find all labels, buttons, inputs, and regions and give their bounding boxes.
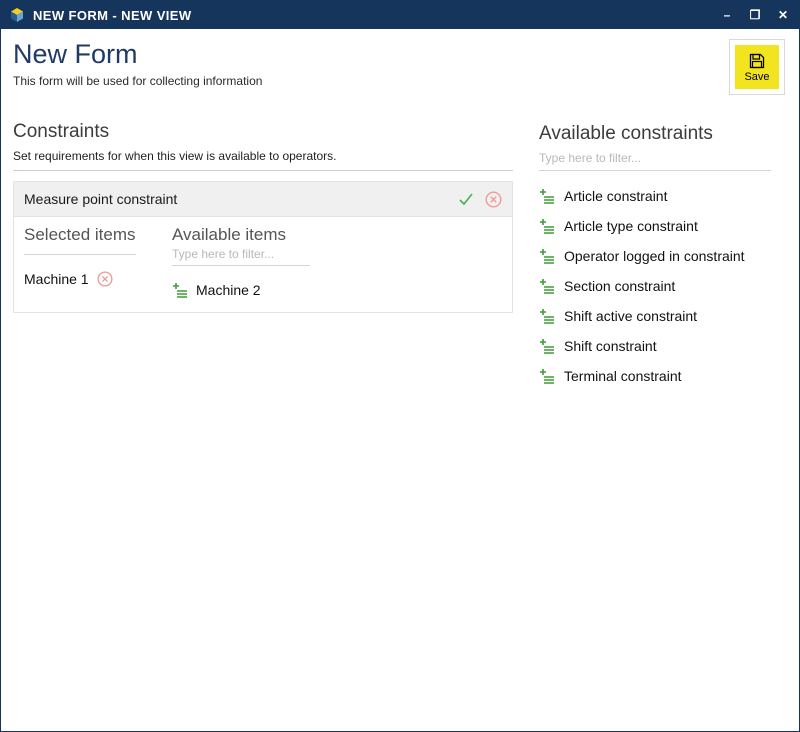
available-constraint-item[interactable]: Section constraint xyxy=(539,271,787,301)
save-button[interactable]: Save xyxy=(735,45,779,89)
available-item-label: Machine 2 xyxy=(196,282,261,298)
constraint-label: Shift constraint xyxy=(564,338,657,354)
constraint-label: Section constraint xyxy=(564,278,675,294)
available-item-row[interactable]: Machine 2 xyxy=(172,282,502,298)
app-logo-icon xyxy=(9,7,25,23)
titlebar: NEW FORM - NEW VIEW – ❒ ✕ xyxy=(1,1,799,29)
window-controls: – ❒ ✕ xyxy=(719,7,791,23)
constraint-label: Shift active constraint xyxy=(564,308,697,324)
constraints-subtitle: Set requirements for when this view is a… xyxy=(13,149,513,171)
constraint-label: Operator logged in constraint xyxy=(564,248,745,264)
add-constraint-icon xyxy=(539,218,555,234)
add-constraint-icon xyxy=(539,278,555,294)
add-item-icon xyxy=(172,282,188,298)
remove-item-icon[interactable] xyxy=(97,271,113,287)
constraints-section: Constraints Set requirements for when th… xyxy=(13,121,513,313)
available-constraints-section: Available constraints Article constraint… xyxy=(539,121,787,391)
confirm-check-icon[interactable] xyxy=(457,190,475,208)
maximize-button[interactable]: ❒ xyxy=(747,7,763,23)
window-title: NEW FORM - NEW VIEW xyxy=(33,8,192,23)
constraint-label: Article constraint xyxy=(564,188,667,204)
constraint-panel-header: Measure point constraint xyxy=(14,182,512,217)
selected-items-column: Selected items Machine 1 xyxy=(24,225,154,298)
add-constraint-icon xyxy=(539,308,555,324)
available-constraints-title: Available constraints xyxy=(539,123,787,145)
save-button-frame: Save xyxy=(729,39,785,95)
selected-items-title: Selected items xyxy=(24,225,154,245)
available-items-title: Available items xyxy=(172,225,502,245)
add-constraint-icon xyxy=(539,368,555,384)
add-constraint-icon xyxy=(539,188,555,204)
add-constraint-icon xyxy=(539,338,555,354)
selected-items-divider xyxy=(24,245,136,255)
save-icon xyxy=(748,52,766,70)
constraint-label: Terminal constraint xyxy=(564,368,682,384)
constraint-panel-actions xyxy=(457,190,502,208)
page-header: New Form This form will be used for coll… xyxy=(1,29,799,109)
close-button[interactable]: ✕ xyxy=(775,7,791,23)
constraint-panel-body: Selected items Machine 1 xyxy=(14,217,512,312)
selected-item-label: Machine 1 xyxy=(24,271,89,287)
minimize-button[interactable]: – xyxy=(719,7,735,23)
main-content: Constraints Set requirements for when th… xyxy=(1,109,799,731)
constraint-label: Article type constraint xyxy=(564,218,698,234)
constraint-panel-title: Measure point constraint xyxy=(24,191,177,207)
available-constraint-item[interactable]: Terminal constraint xyxy=(539,361,787,391)
available-constraints-filter-input[interactable] xyxy=(539,145,771,171)
available-constraints-list: Article constraint Article type constrai… xyxy=(539,181,787,391)
available-constraint-item[interactable]: Shift active constraint xyxy=(539,301,787,331)
available-constraint-item[interactable]: Operator logged in constraint xyxy=(539,241,787,271)
selected-item-row: Machine 1 xyxy=(24,271,154,287)
page-title: New Form xyxy=(13,39,262,70)
constraint-panel: Measure point constraint xyxy=(13,181,513,313)
app-window: NEW FORM - NEW VIEW – ❒ ✕ New Form This … xyxy=(0,0,800,732)
save-button-label: Save xyxy=(744,71,769,83)
available-items-filter-input[interactable] xyxy=(172,245,310,266)
page-header-text: New Form This form will be used for coll… xyxy=(13,39,262,88)
available-constraint-item[interactable]: Article constraint xyxy=(539,181,787,211)
remove-constraint-icon[interactable] xyxy=(485,191,502,208)
available-items-column: Available items Machine 2 xyxy=(172,225,502,298)
available-constraint-item[interactable]: Shift constraint xyxy=(539,331,787,361)
add-constraint-icon xyxy=(539,248,555,264)
available-constraint-item[interactable]: Article type constraint xyxy=(539,211,787,241)
page-subtitle: This form will be used for collecting in… xyxy=(13,74,262,88)
constraints-title: Constraints xyxy=(13,121,513,143)
